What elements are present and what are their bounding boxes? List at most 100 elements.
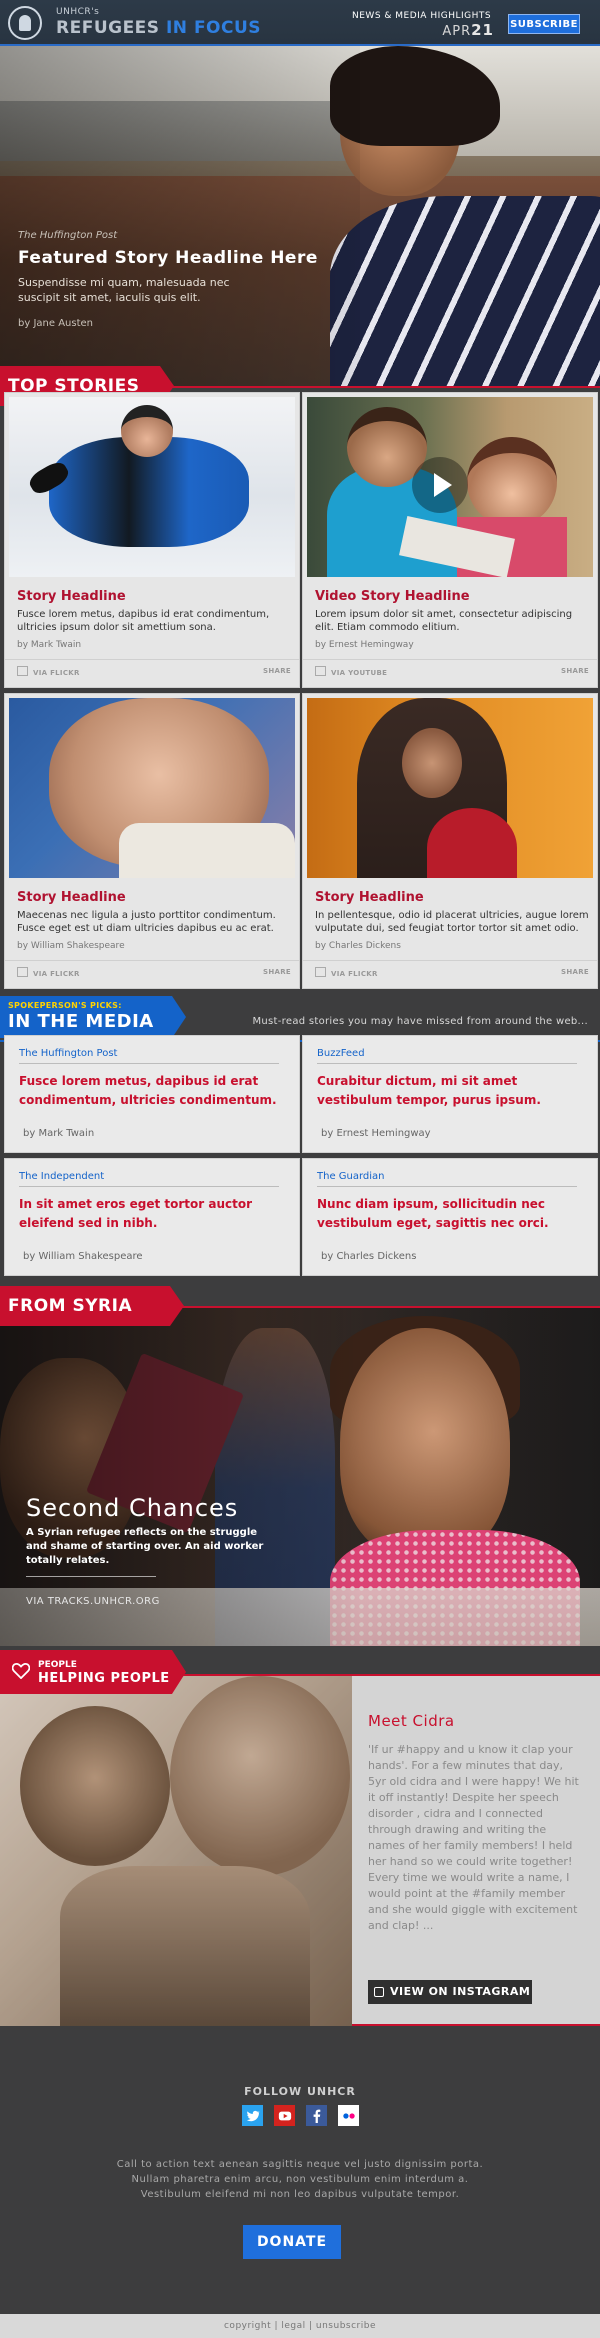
share-link[interactable]: SHARE	[263, 968, 291, 976]
media-headline[interactable]: Fusce lorem metus, dapibus id erat condi…	[19, 1072, 281, 1110]
highlights-label: NEWS & MEDIA HIGHLIGHTS	[352, 11, 492, 21]
footer-links[interactable]: copyright | legal | unsubscribe	[0, 2314, 600, 2338]
story-source-link[interactable]: VIA YOUTUBE	[315, 666, 387, 677]
media-card-rule	[317, 1186, 577, 1187]
social-links	[242, 2105, 359, 2127]
header: UNHCR's REFUGEES IN FOCUS NEWS & MEDIA H…	[0, 0, 600, 46]
syria-divider	[26, 1576, 156, 1577]
media-card-rule	[317, 1063, 577, 1064]
story-author: by Charles Dickens	[315, 941, 401, 951]
media-headline[interactable]: In sit amet eros eget tortor auctor elei…	[19, 1195, 281, 1233]
syria-source-link[interactable]: VIA TRACKS.UNHCR.ORG	[26, 1596, 160, 1607]
people-banner-pre: PEOPLE	[38, 1660, 77, 1670]
media-card[interactable]: The Guardian Nunc diam ipsum, sollicitud…	[302, 1158, 598, 1276]
youtube-icon[interactable]	[274, 2105, 295, 2126]
media-headline[interactable]: Curabitur dictum, mi sit amet vestibulum…	[317, 1072, 579, 1110]
twitter-icon[interactable]	[242, 2105, 263, 2126]
story-image-bib	[119, 823, 295, 878]
share-link[interactable]: SHARE	[561, 667, 589, 675]
subscribe-button[interactable]: SUBSCRIBE	[508, 14, 580, 34]
story-card[interactable]: Story Headline In pellentesque, odio id …	[302, 693, 598, 989]
video-thumb-girl-face	[467, 437, 557, 527]
brand-title[interactable]: REFUGEES IN FOCUS	[56, 18, 261, 38]
media-author: by Charles Dickens	[321, 1251, 417, 1262]
media-card-rule	[19, 1063, 279, 1064]
cta-line: Nullam pharetra enim arcu, non vestibulu…	[131, 2174, 469, 2185]
cta-line: Vestibulum eleifend mi non leo dapibus v…	[140, 2189, 460, 2200]
people-banner-title: HELPING PEOPLE	[38, 1671, 170, 1686]
syria-title[interactable]: Second Chances	[26, 1494, 238, 1522]
heart-icon	[12, 1663, 30, 1679]
media-banner: SPOKEPERSON'S PICKS: IN THE MEDIA	[0, 996, 186, 1038]
people-text: 'If ur #happy and u know it clap your ha…	[368, 1743, 579, 1932]
story-blurb: Maecenas nec ligula a justo porttitor co…	[17, 910, 276, 934]
people-title[interactable]: Meet Cidra	[368, 1712, 455, 1730]
media-banner-pre: SPOKEPERSON'S PICKS:	[8, 1001, 122, 1010]
follow-heading: FOLLOW UNHCR	[244, 2085, 356, 2098]
story-card[interactable]: Story Headline Maecenas nec ligula a jus…	[4, 693, 300, 989]
story-image-child-face	[121, 405, 173, 457]
story-source-link[interactable]: VIA FLICKR	[17, 666, 80, 677]
story-author: by Ernest Hemingway	[315, 640, 414, 650]
card-divider	[5, 960, 299, 961]
card-divider	[5, 659, 299, 660]
story-source-link[interactable]: VIA FLICKR	[17, 967, 80, 978]
story-card[interactable]: Video Story Headline Lorem ipsum dolor s…	[302, 392, 598, 688]
media-card[interactable]: The Independent In sit amet eros eget to…	[4, 1158, 300, 1276]
issue-day: 21	[471, 21, 494, 39]
video-thumbnail[interactable]	[307, 397, 593, 577]
media-outlet[interactable]: The Guardian	[317, 1171, 385, 1182]
unhcr-logo-icon[interactable]	[8, 6, 42, 40]
story-title[interactable]: Story Headline	[315, 890, 424, 905]
featured-story[interactable]: The Huffington Post Featured Story Headl…	[0, 46, 600, 386]
story-blurb: In pellentesque, odio id placerat ultric…	[315, 910, 589, 934]
brand-subtitle: UNHCR's	[56, 7, 100, 17]
story-blurb: Fusce lorem metus, dapibus id erat condi…	[17, 609, 270, 633]
media-author: by Mark Twain	[23, 1128, 95, 1139]
hero-source: The Huffington Post	[18, 230, 118, 241]
card-divider	[303, 960, 597, 961]
story-source-link[interactable]: VIA FLICKR	[315, 967, 378, 978]
media-outlet[interactable]: The Independent	[19, 1171, 104, 1182]
media-author: by William Shakespeare	[23, 1251, 143, 1262]
hero-photo-jacket	[330, 196, 600, 386]
story-card[interactable]: Story Headline Fusce lorem metus, dapibu…	[4, 392, 300, 688]
hero-summary: Suspendisse mi quam, malesuada nec susci…	[18, 276, 230, 304]
story-image[interactable]	[9, 698, 295, 878]
call-to-action-text: Call to action text aenean sagittis nequ…	[0, 2157, 600, 2202]
story-image-woman-face	[402, 728, 462, 798]
from-syria-banner: FROM SYRIA	[0, 1286, 184, 1326]
media-card[interactable]: The Huffington Post Fusce lorem metus, d…	[4, 1035, 300, 1153]
story-title[interactable]: Story Headline	[17, 890, 126, 905]
story-title[interactable]: Video Story Headline	[315, 589, 470, 604]
story-title[interactable]: Story Headline	[17, 589, 126, 604]
view-on-instagram-label: VIEW ON INSTAGRAM	[390, 1985, 531, 1998]
media-headline[interactable]: Nunc diam ipsum, sollicitudin nec vestib…	[317, 1195, 579, 1233]
view-on-instagram-button[interactable]: VIEW ON INSTAGRAM	[368, 1980, 532, 2004]
media-outlet[interactable]: BuzzFeed	[317, 1048, 365, 1059]
media-author: by Ernest Hemingway	[321, 1128, 431, 1139]
syria-feature[interactable]: Second Chances A Syrian refugee reflects…	[0, 1308, 600, 1646]
photo-tint	[0, 1676, 352, 2026]
media-banner-title: IN THE MEDIA	[8, 1011, 154, 1032]
instagram-photo[interactable]	[0, 1676, 352, 2026]
media-card[interactable]: BuzzFeed Curabitur dictum, mi sit amet v…	[302, 1035, 598, 1153]
flickr-icon[interactable]	[338, 2105, 359, 2126]
story-image[interactable]	[9, 397, 295, 577]
people-banner: PEOPLE HELPING PEOPLE	[0, 1650, 186, 1694]
story-image-child-hood	[427, 808, 517, 878]
media-outlet[interactable]: The Huffington Post	[19, 1048, 117, 1059]
donate-button[interactable]: DONATE	[243, 2225, 341, 2259]
share-link[interactable]: SHARE	[263, 667, 291, 675]
media-note: Must-read stories you may have missed fr…	[252, 1016, 588, 1027]
hero-author: by Jane Austen	[18, 318, 93, 329]
facebook-icon[interactable]	[306, 2105, 327, 2126]
people-helping-people-section: Meet Cidra 'If ur #happy and u know it c…	[0, 1676, 600, 2026]
card-divider	[303, 659, 597, 660]
hero-headline[interactable]: Featured Story Headline Here	[18, 248, 318, 268]
play-icon[interactable]	[412, 457, 468, 513]
story-image[interactable]	[307, 698, 593, 878]
instagram-icon	[374, 1987, 384, 1997]
brand-title-part2: IN FOCUS	[165, 18, 262, 38]
share-link[interactable]: SHARE	[561, 968, 589, 976]
